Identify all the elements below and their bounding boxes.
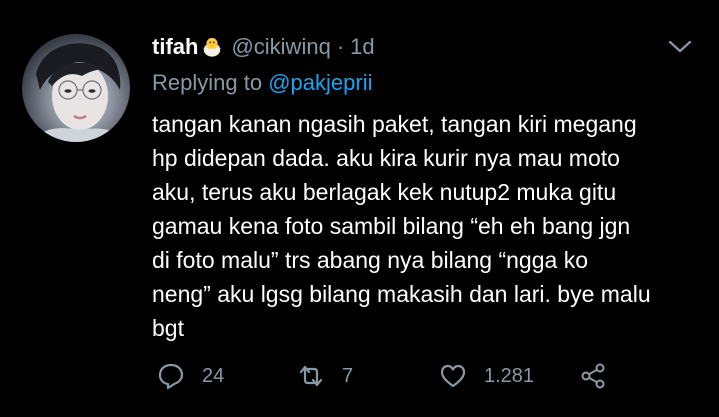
- reply-count: 24: [202, 364, 225, 387]
- hatching-chick-emoji-icon: [201, 36, 223, 58]
- retweet-button[interactable]: 7: [296, 356, 353, 396]
- tweet-card[interactable]: tifah @cikiwinq · 1d Replying to @pakjep…: [0, 0, 719, 417]
- tweet-text-line: hp didepan dada. aku kira kurir nya mau …: [152, 145, 620, 171]
- reply-mention-link[interactable]: @pakjeprii: [268, 70, 372, 95]
- chevron-down-icon[interactable]: [667, 36, 693, 56]
- tweet-text: tangan kanan ngasih paket, tangan kiri m…: [152, 107, 707, 345]
- replying-prefix: Replying to: [152, 70, 263, 95]
- author-name[interactable]: tifah: [152, 34, 198, 60]
- tweet-text-line: gamau kena foto sambil bilang “eh eh ban…: [152, 213, 631, 239]
- retweet-icon: [299, 365, 323, 387]
- author-handle[interactable]: @cikiwinq: [231, 34, 330, 60]
- separator-dot: ·: [336, 34, 345, 59]
- like-button[interactable]: 1.281: [438, 356, 534, 396]
- tweet-actions: 24 7 1.281: [156, 356, 626, 396]
- share-button[interactable]: [578, 356, 608, 396]
- tweet-text-line: aku, terus aku berlagak kek nutup2 muka …: [152, 179, 617, 205]
- reply-button[interactable]: 24: [156, 356, 224, 396]
- replying-to: Replying to @pakjeprii: [152, 70, 372, 96]
- retweet-count: 7: [342, 364, 354, 387]
- avatar[interactable]: [22, 34, 130, 142]
- tweet-text-line: tangan kanan ngasih paket, tangan kiri m…: [152, 111, 637, 137]
- tweet-text-line: neng” aku lgsg bilang makasih dan lari. …: [152, 281, 651, 307]
- tweet-text-line: bgt: [152, 315, 184, 341]
- heart-icon: [440, 364, 466, 388]
- tweet-text-line: di foto malu” trs abang nya bilang “ngga…: [152, 247, 588, 273]
- timestamp[interactable]: 1d: [350, 34, 374, 60]
- tweet-header: tifah @cikiwinq · 1d: [152, 33, 375, 61]
- reply-icon: [158, 363, 184, 390]
- share-icon: [581, 363, 605, 389]
- like-count: 1.281: [484, 364, 535, 387]
